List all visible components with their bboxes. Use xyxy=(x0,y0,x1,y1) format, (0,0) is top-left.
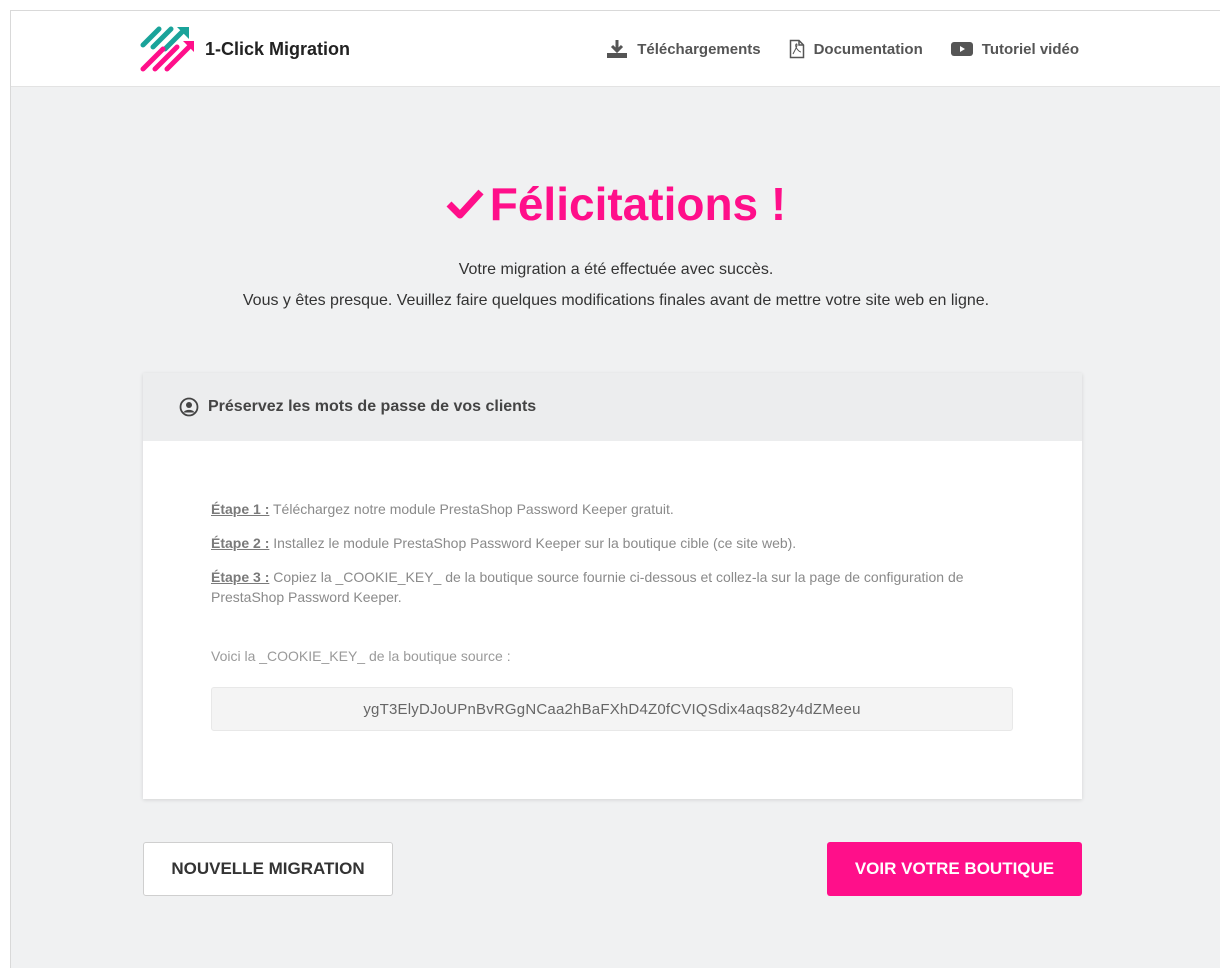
nav-documentation-label: Documentation xyxy=(813,40,923,58)
step-3-text: Copiez la _COOKIE_KEY_ de la boutique so… xyxy=(211,569,964,605)
card-title: Préservez les mots de passe de vos clien… xyxy=(208,398,537,415)
cookie-key-label: Voici la _COOKIE_KEY_ de la boutique sou… xyxy=(211,648,511,664)
migration-arrows-logo-icon xyxy=(140,26,194,72)
nav-links: Téléchargements Documentation Tutoriel v… xyxy=(578,11,1079,87)
success-title: Félicitations ! xyxy=(11,177,1220,231)
nav-video-tutorial-label: Tutoriel vidéo xyxy=(981,40,1079,58)
step-1-text: Téléchargez notre module PrestaShop Pass… xyxy=(269,501,674,517)
nav-downloads[interactable]: Téléchargements xyxy=(606,39,761,59)
checkmark-icon xyxy=(446,189,484,219)
app-window: 1-Click Migration Téléchargements Docume… xyxy=(10,10,1220,968)
video-play-icon xyxy=(950,42,973,56)
card-body: Étape 1 : Téléchargez notre module Prest… xyxy=(143,441,1082,799)
brand-name: 1-Click Migration xyxy=(205,38,351,59)
nav-downloads-label: Téléchargements xyxy=(637,40,761,58)
success-title-text: Félicitations ! xyxy=(489,178,787,230)
nav-video-tutorial[interactable]: Tutoriel vidéo xyxy=(950,40,1079,58)
step-2-text: Installez le module PrestaShop Password … xyxy=(269,535,797,551)
top-navbar: 1-Click Migration Téléchargements Docume… xyxy=(11,11,1220,87)
new-migration-button[interactable]: NOUVELLE MIGRATION xyxy=(143,842,393,896)
success-message: Votre migration a été effectuée avec suc… xyxy=(458,261,774,278)
step-2-label[interactable]: Étape 2 : xyxy=(211,535,269,551)
password-keeper-card: Préservez les mots de passe de vos clien… xyxy=(143,373,1082,799)
step-1-label[interactable]: Étape 1 : xyxy=(211,501,269,517)
step-3: Étape 3 : Copiez la _COOKIE_KEY_ de la b… xyxy=(211,567,991,607)
step-3-label[interactable]: Étape 3 : xyxy=(211,569,269,585)
card-header: Préservez les mots de passe de vos clien… xyxy=(143,373,1082,441)
step-2: Étape 2 : Installez le module PrestaShop… xyxy=(211,533,991,553)
brand[interactable]: 1-Click Migration xyxy=(137,25,350,73)
pdf-document-icon xyxy=(789,39,804,59)
step-1: Étape 1 : Téléchargez notre module Prest… xyxy=(211,499,991,519)
view-shop-button[interactable]: VOIR VOTRE BOUTIQUE xyxy=(827,842,1082,896)
final-steps-message: Vous y êtes presque. Veuillez faire quel… xyxy=(242,292,990,309)
download-icon xyxy=(607,40,628,58)
cookie-key-field[interactable]: ygT3ElyDJoUPnBvRGgNCaa2hBaFXhD4Z0fCVIQSd… xyxy=(211,687,1013,731)
user-circle-icon xyxy=(179,397,199,417)
page: 1-Click Migration Téléchargements Docume… xyxy=(0,0,1220,968)
nav-documentation[interactable]: Documentation xyxy=(789,39,923,59)
